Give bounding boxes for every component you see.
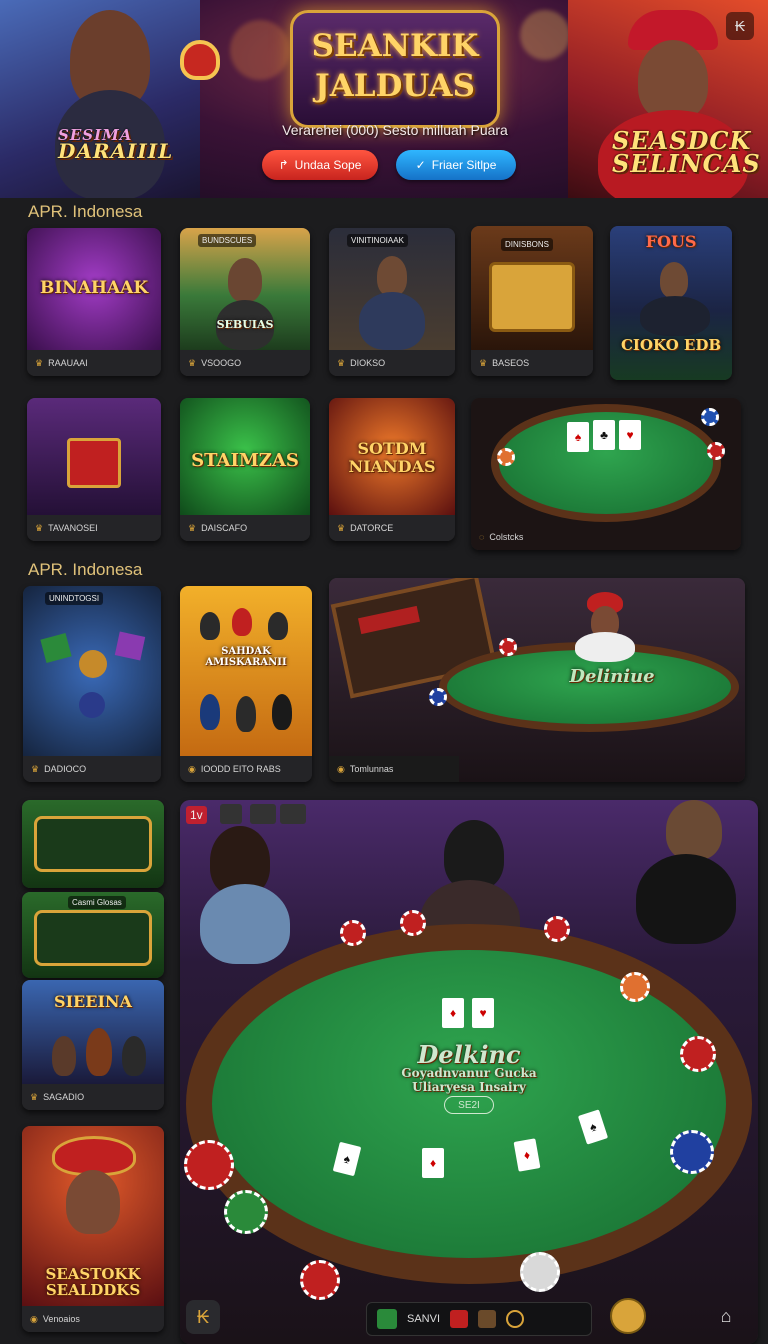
coin-icon[interactable] [610,1298,646,1334]
gift-icon [450,1310,469,1328]
hero-subtitle: Verarehei (000) Sesto milluah Puara [282,122,508,138]
game-tile[interactable]: SAHDAK AMISKARANII ◉ IOODD EITO RABS [180,586,312,782]
slot-tile[interactable] [22,800,164,888]
hero-title: SEANKIK JALDUAS [311,28,479,104]
crown-icon: ♛ [35,522,44,533]
game-tile[interactable]: STAIMZAS ♛ DAISCAFO [180,398,310,541]
game-tile[interactable]: BINAHAAK ♛ RAAUAAI [27,228,161,376]
live-dealer-tile[interactable]: Deliniue ◉ Tomlunnas [329,578,745,782]
main-poker-table[interactable]: 1v ♦ ♥ Delkinc Goyadnvanur Gucka Uliarye… [180,800,758,1344]
section-title: APR. Indonesa [28,560,143,579]
hero-left-sign: SESIMA DARAIIIL [58,126,174,164]
game-tile[interactable]: VINITINOIAAK ♛ DIOKSO [329,228,455,376]
avatar [478,1310,497,1328]
home-icon[interactable]: ₭ [186,1300,220,1334]
hero-left-person-image [0,0,220,198]
menu-icon[interactable]: ₭ [726,12,754,40]
crown-icon: ♛ [337,357,346,368]
game-tile[interactable]: FOUS CIOKO EDB [610,226,732,380]
game-tile[interactable]: BUNDSCUES SEBUIAS ♛ VSOOGO [180,228,310,376]
crown-icon: ♛ [479,357,488,368]
game-tile[interactable]: SIEEINA ♛ SAGADIO [22,980,164,1110]
crown-icon: ♛ [337,522,346,533]
timer-icon [506,1310,525,1328]
secondary-cta-button[interactable]: ✓ Friaer Sitlpe [396,150,516,180]
crown-icon: ♛ [188,357,197,368]
crown-icon: ♛ [188,522,197,533]
crown-icon: ♛ [35,357,44,368]
slot-tile[interactable]: Casmi Glosas [22,892,164,978]
hero-banner: SESIMA DARAIIIL SEASDCK SELINCAS SEANKIK… [0,0,768,198]
crown-icon: ♛ [31,763,40,774]
arrow-icon: ↱ [278,158,289,172]
send-icon: ✓ [415,158,426,172]
game-tile[interactable]: DINISBONS ♛ BASEOS [471,226,593,376]
game-tile[interactable]: UNINDTOGSI ♛ DADIOCO [23,586,161,782]
hero-right-sign: SEASDCK SELINCAS [612,126,761,178]
exit-icon[interactable]: ⌂ [712,1302,740,1330]
game-thumb-icon [377,1309,397,1329]
crown-icon: ◉ [188,763,196,774]
crown-icon: ♛ [30,1091,39,1102]
primary-cta-button[interactable]: ↱ Undaa Sope [262,150,378,180]
game-tile[interactable]: SEASTOKK SEALDDKS ◉ Venoaios [22,1126,164,1332]
crown-icon: ◉ [337,763,345,774]
crown-icon: ◉ [30,1313,38,1324]
section-title: APR. Indonesa [28,202,143,221]
poker-table-tile[interactable]: ♠ ♣ ♥ ◌ Colstcks [471,398,741,550]
game-tile[interactable]: SOTDM NIANDAS ♛ DATORCE [329,398,455,541]
crown-icon: ◌ [479,532,485,542]
bottom-bar[interactable]: SANVI [366,1302,592,1336]
game-tile[interactable]: ♛ TAVANOSEI [27,398,161,541]
